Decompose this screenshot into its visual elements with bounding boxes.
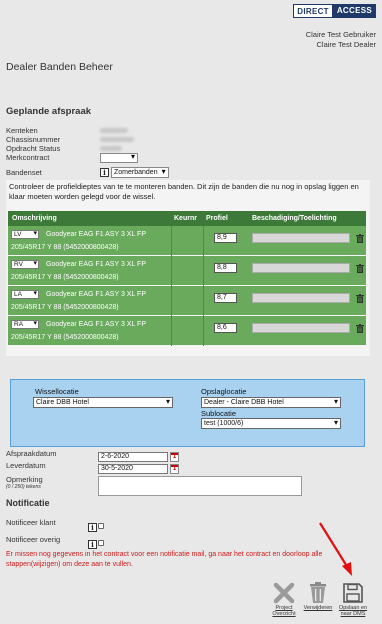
position-select[interactable]: RA bbox=[11, 320, 39, 329]
trash-icon[interactable] bbox=[356, 324, 364, 333]
table-row: LA Goodyear EAG F1 ASY 3 XL FP 205/45R17… bbox=[8, 286, 366, 316]
opslaglocatie-select[interactable]: Dealer - Claire DBB Hotel bbox=[201, 397, 341, 408]
info-icon[interactable]: i bbox=[88, 540, 97, 549]
column-divider bbox=[203, 256, 204, 286]
position-select[interactable]: LA bbox=[11, 290, 39, 299]
column-divider bbox=[203, 316, 204, 346]
profile-input[interactable]: 8,7 bbox=[214, 293, 237, 303]
tyre-table: Omschrijving Keurnr Profiel Beschadiging… bbox=[8, 211, 366, 346]
save-floppy-icon bbox=[343, 583, 363, 603]
user-name: Claire Test Gebruiker bbox=[305, 30, 376, 39]
column-divider bbox=[171, 316, 172, 346]
bandenset-label: Bandenset bbox=[6, 168, 42, 177]
tyre-description: Goodyear EAG F1 ASY 3 XL FP bbox=[46, 321, 146, 328]
location-box: Wissellocatie Claire DBB Hotel Opslagloc… bbox=[10, 379, 365, 447]
tyre-spec: 205/45R17 Y 88 (5452000800428) bbox=[11, 274, 119, 281]
column-divider bbox=[203, 226, 204, 256]
status-value-redacted bbox=[100, 146, 122, 151]
opmerking-label: Opmerking bbox=[6, 475, 43, 484]
column-divider bbox=[171, 286, 172, 316]
damage-note-input[interactable] bbox=[252, 323, 350, 333]
opslaan-label-2: naar DMS bbox=[340, 611, 366, 617]
afspraakdatum-input[interactable]: 2-6-2020 bbox=[98, 452, 168, 462]
table-row: RA Goodyear EAG F1 ASY 3 XL FP 205/45R17… bbox=[8, 316, 366, 346]
field-label-opdracht-status: Opdracht Status bbox=[6, 144, 61, 153]
header-omschrijving: Omschrijving bbox=[12, 215, 57, 222]
info-icon[interactable]: i bbox=[100, 168, 109, 177]
column-divider bbox=[171, 226, 172, 256]
profile-input[interactable]: 8,9 bbox=[214, 233, 237, 243]
wissellocatie-select[interactable]: Claire DBB Hotel bbox=[33, 397, 173, 408]
notificeer-overig-checkbox[interactable] bbox=[98, 539, 104, 546]
opslaan-naar-dms-button[interactable]: Opslaan en naar DMS bbox=[336, 582, 370, 617]
field-label-kenteken: Kenteken bbox=[6, 126, 38, 135]
field-label-chassisnummer: Chassisnummer bbox=[6, 135, 61, 144]
tyre-intro-text: Controleer de profieldieptes van te te m… bbox=[9, 182, 359, 201]
trash-icon[interactable] bbox=[356, 234, 364, 243]
field-label-merkcontract: Merkcontract bbox=[6, 153, 50, 162]
tyre-spec: 205/45R17 Y 88 (5452000800428) bbox=[11, 334, 119, 341]
user-info: Claire Test Gebruiker Claire Test Dealer bbox=[306, 30, 376, 50]
table-row: RV Goodyear EAG F1 ASY 3 XL FP 205/45R17… bbox=[8, 256, 366, 286]
calendar-icon[interactable]: 1 bbox=[170, 452, 179, 462]
table-row: LV Goodyear EAG F1 ASY 3 XL FP 205/45R17… bbox=[8, 226, 366, 256]
section-title: Geplande afspraak bbox=[6, 106, 92, 117]
notificeer-klant-checkbox[interactable] bbox=[98, 522, 104, 529]
chassis-value-redacted bbox=[100, 137, 134, 142]
notificeer-klant-control: i bbox=[88, 517, 104, 535]
header-beschadiging: Beschadiging/Toelichting bbox=[252, 215, 337, 222]
sublocatie-label: Sublocatie bbox=[201, 409, 237, 418]
opslaglocatie-label: Opslaglocatie bbox=[201, 387, 247, 396]
logo-part2: ACCESS bbox=[332, 4, 376, 18]
column-divider bbox=[171, 256, 172, 286]
header-profiel: Profiel bbox=[206, 215, 228, 222]
leverdatum-label: Leverdatum bbox=[6, 461, 46, 470]
sublocatie-select[interactable]: test (1000/6) bbox=[201, 418, 341, 429]
tyre-panel: Controleer de profieldieptes van te te m… bbox=[6, 180, 370, 356]
close-x-icon bbox=[273, 582, 295, 604]
annotation-arrow-icon bbox=[319, 522, 352, 576]
project-overzicht-button[interactable]: Project Overzicht bbox=[270, 582, 298, 617]
bandenset-control: i Zomerbanden bbox=[100, 167, 169, 178]
position-select[interactable]: RV bbox=[11, 260, 39, 269]
notificatie-title: Notificatie bbox=[6, 498, 50, 508]
kenteken-value-redacted bbox=[100, 128, 128, 133]
calendar-icon[interactable]: 1 bbox=[170, 464, 179, 474]
user-dealer: Claire Test Dealer bbox=[316, 40, 376, 49]
tyre-description: Goodyear EAG F1 ASY 3 XL FP bbox=[46, 261, 146, 268]
wissellocatie-label: Wissellocatie bbox=[35, 387, 79, 396]
opmerking-counter: (0 / 250) tekens bbox=[6, 484, 41, 490]
position-select[interactable]: LV bbox=[11, 230, 39, 239]
direct-access-logo: DIRECT ACCESS bbox=[293, 4, 376, 18]
verwijderen-label: Verwijderen bbox=[303, 605, 333, 611]
project-overzicht-label-2: Overzicht bbox=[272, 611, 296, 617]
profile-input[interactable]: 8,6 bbox=[214, 323, 237, 333]
damage-note-input[interactable] bbox=[252, 233, 350, 243]
opmerking-textarea[interactable] bbox=[98, 476, 302, 496]
info-icon[interactable]: i bbox=[88, 523, 97, 532]
trash-icon[interactable] bbox=[356, 294, 364, 303]
notificeer-overig-label: Notificeer overig bbox=[6, 535, 61, 544]
table-header: Omschrijving Keurnr Profiel Beschadiging… bbox=[8, 211, 366, 226]
bandenset-select[interactable]: Zomerbanden bbox=[111, 167, 169, 178]
page-title: Dealer Banden Beheer bbox=[6, 61, 113, 73]
leverdatum-input[interactable]: 30-5-2020 bbox=[98, 464, 168, 474]
merkcontract-select[interactable] bbox=[100, 153, 138, 163]
column-divider bbox=[203, 286, 204, 316]
damage-note-input[interactable] bbox=[252, 263, 350, 273]
tyre-description: Goodyear EAG F1 ASY 3 XL FP bbox=[46, 231, 146, 238]
damage-note-input[interactable] bbox=[252, 293, 350, 303]
profile-input[interactable]: 8,8 bbox=[214, 263, 237, 273]
tyre-description: Goodyear EAG F1 ASY 3 XL FP bbox=[46, 291, 146, 298]
header-keurnr: Keurnr bbox=[174, 215, 197, 222]
trash-icon[interactable] bbox=[356, 264, 364, 273]
notificeer-klant-label: Notificeer klant bbox=[6, 518, 56, 527]
tyre-spec: 205/45R17 Y 88 (5452000800428) bbox=[11, 244, 119, 251]
verwijderen-button[interactable]: Verwijderen bbox=[302, 582, 334, 611]
tyre-spec: 205/45R17 Y 88 (5452000800428) bbox=[11, 304, 119, 311]
afspraakdatum-label: Afspraakdatum bbox=[6, 449, 57, 458]
logo-part1: DIRECT bbox=[293, 4, 333, 18]
trash-icon bbox=[310, 582, 326, 603]
